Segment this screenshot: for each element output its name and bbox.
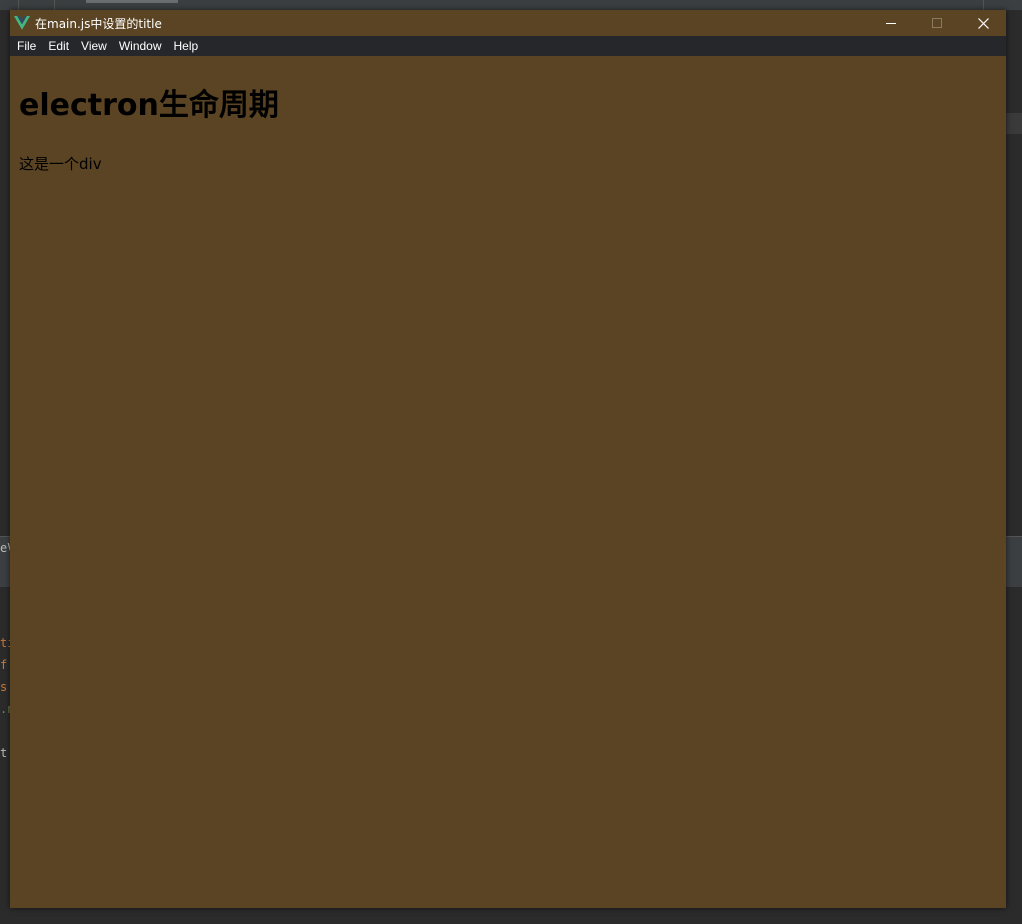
menu-window[interactable]: Window <box>113 36 168 56</box>
window-controls <box>868 10 1006 36</box>
menu-bar: File Edit View Window Help <box>10 36 1006 56</box>
ide-code-fragment: .n <box>0 702 10 716</box>
ide-bottom-area <box>0 908 1022 924</box>
ide-divider <box>18 0 19 10</box>
menu-view[interactable]: View <box>75 36 113 56</box>
page-heading: electron生命周期 <box>19 88 279 123</box>
vue-logo-icon <box>14 16 30 30</box>
window-title: 在main.js中设置的title <box>35 16 162 31</box>
ide-code-fragment: s: <box>0 680 10 694</box>
title-bar[interactable]: 在main.js中设置的title <box>10 10 1006 36</box>
electron-window: 在main.js中设置的title File Edit View Window … <box>10 10 1006 908</box>
ide-code-fragment: f. <box>0 658 10 672</box>
ide-right-toolbar <box>1006 536 1022 587</box>
menu-file[interactable]: File <box>10 36 42 56</box>
menu-help[interactable]: Help <box>168 36 205 56</box>
ide-active-tab-indicator <box>86 0 178 3</box>
maximize-icon <box>932 18 942 28</box>
minimize-button[interactable] <box>868 10 914 36</box>
menu-edit[interactable]: Edit <box>42 36 75 56</box>
maximize-button[interactable] <box>914 10 960 36</box>
close-button[interactable] <box>960 10 1006 36</box>
ide-code-fragment: eV <box>0 541 10 555</box>
ide-code-fragment: t <box>0 746 8 760</box>
ide-divider <box>54 0 55 10</box>
ide-right-highlight <box>1006 113 1022 134</box>
content-div: 这是一个div <box>19 155 102 173</box>
minimize-icon <box>886 23 896 24</box>
ide-divider <box>983 0 984 10</box>
ide-right-gutter <box>1006 10 1022 924</box>
ide-code-fragment: ti <box>0 636 10 650</box>
page-content: electron生命周期 这是一个div <box>10 56 1006 908</box>
close-icon <box>977 17 989 29</box>
